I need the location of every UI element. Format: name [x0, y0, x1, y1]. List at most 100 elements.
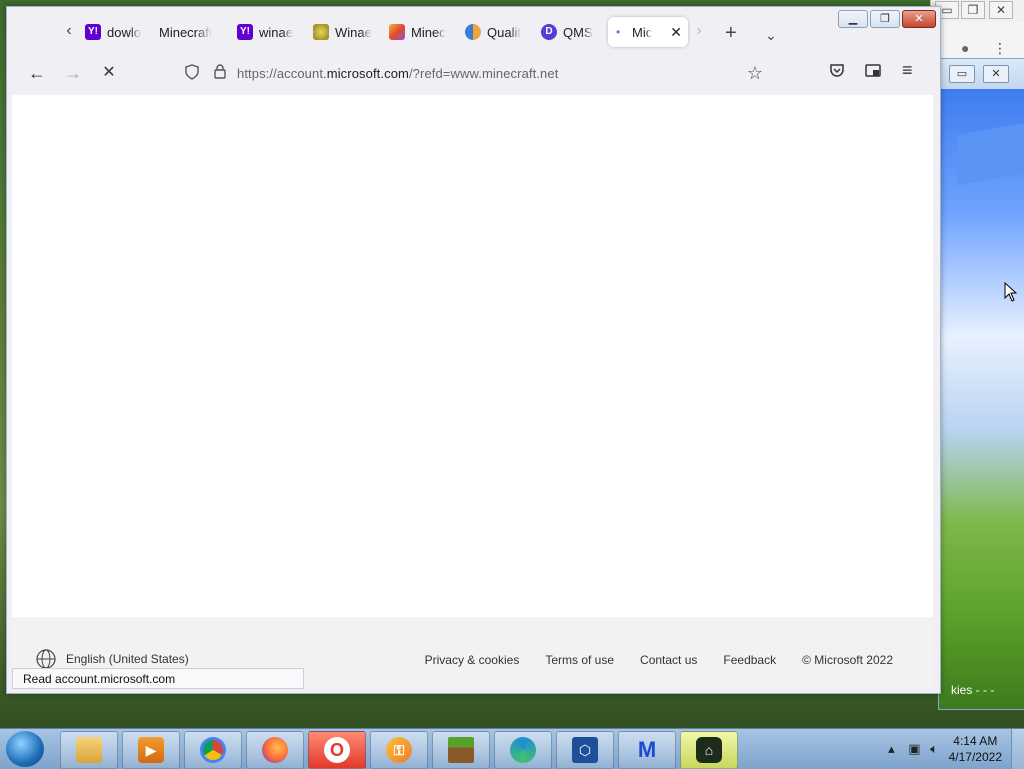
globe-icon [36, 649, 56, 669]
taskbar-media-player[interactable]: ▶ [122, 731, 180, 769]
chrome-icon [200, 737, 226, 763]
taskbar-opera[interactable]: O [308, 731, 366, 769]
bg-cookies-text: kies - - - [951, 683, 995, 697]
copyright-text: © Microsoft 2022 [802, 653, 893, 667]
winaero-icon [313, 24, 329, 40]
tab-yahoo-download[interactable]: Y! dowlo [77, 17, 155, 47]
background-window-titlebar: ▭ ❐ ✕ ● ⋮ [930, 0, 1024, 62]
tab-quality[interactable]: Qualit [457, 17, 535, 47]
minecraft-block-graphic [957, 122, 1024, 186]
extension-icon[interactable] [865, 63, 881, 83]
taskbar-app-active[interactable]: ⌂ [680, 731, 738, 769]
clock-date: 4/17/2022 [948, 750, 1002, 764]
tab-minecraft[interactable]: Minecraft [151, 17, 235, 47]
volume-icon[interactable]: 🔈︎ [930, 741, 938, 756]
taskbar-edge[interactable] [494, 731, 552, 769]
bg-minecraft-page: kies - - - [939, 89, 1024, 709]
address-bar[interactable]: https://account.microsoft.com/?refd=www.… [175, 57, 771, 89]
tab-qms[interactable]: D QMS [533, 17, 611, 47]
padlock-icon[interactable] [209, 64, 231, 82]
qms-icon: D [541, 24, 557, 40]
taskbar-firefox[interactable] [246, 731, 304, 769]
media-player-icon: ▶ [138, 737, 164, 763]
privacy-cookies-link[interactable]: Privacy & cookies [425, 653, 520, 667]
url-text[interactable]: https://account.microsoft.com/?refd=www.… [237, 66, 558, 81]
windows-taskbar: ▶ O ⚿ ⬡ M ⌂ ▴ ▣ 🔈︎ 4:14 AM 4/17/2022 [0, 728, 1024, 769]
pocket-icon[interactable] [829, 63, 845, 83]
tab-label: winae [259, 24, 293, 40]
tab-label: Mic [632, 24, 653, 40]
app-icon: ⌂ [696, 737, 722, 763]
tab-scroll-left-icon[interactable]: ‹ [59, 21, 79, 41]
bg-browser-maximize-button[interactable]: ▭ [949, 65, 975, 83]
language-label: English (United States) [66, 652, 189, 666]
edge-icon [510, 737, 536, 763]
minecraft-grass-block-icon [448, 737, 474, 763]
bookmark-star-icon[interactable]: ☆ [747, 63, 763, 84]
tab-label: Minec [411, 24, 446, 40]
tab-label: Minecraft [159, 24, 213, 40]
hamburger-menu-icon[interactable]: ≡ [902, 60, 913, 81]
close-tab-icon[interactable]: ✕ [670, 24, 688, 41]
tab-label: Qualit [487, 24, 521, 40]
taskbar-password-app[interactable]: ⚿ [370, 731, 428, 769]
loading-dot-icon: • [616, 25, 621, 39]
yahoo-icon: Y! [237, 24, 253, 40]
new-tab-plus-icon[interactable]: + [725, 23, 737, 43]
navigation-toolbar: ← → ✕ https://account.microsoft.com/?ref… [7, 53, 940, 93]
cube-icon: ⬡ [572, 737, 598, 763]
clock-time: 4:14 AM [953, 734, 998, 748]
feedback-link[interactable]: Feedback [723, 653, 776, 667]
terms-of-use-link[interactable]: Terms of use [545, 653, 614, 667]
tab-winaero[interactable]: Winae [305, 17, 383, 47]
opera-icon: O [324, 737, 350, 763]
bg-toolbar: ● ⋮ [931, 22, 1024, 62]
language-selector[interactable]: English (United States) [36, 649, 189, 669]
footer-links: Privacy & cookies Terms of use Contact u… [425, 653, 893, 667]
network-icon[interactable]: ▣ [908, 741, 920, 756]
bg-profile-icon[interactable]: ● [961, 40, 969, 56]
tray-expand-icon[interactable]: ▴ [888, 741, 895, 756]
show-desktop-button[interactable] [1011, 729, 1024, 769]
tab-label: QMS [563, 24, 593, 40]
bg-maximize-button[interactable]: ❐ [961, 1, 985, 19]
tab-yahoo-winaero[interactable]: Y! winae [229, 17, 307, 47]
background-browser-window: ▭ ✕ kies - - - [938, 58, 1024, 710]
taskbar-malwarebytes[interactable]: M [618, 731, 676, 769]
taskbar-cube-app[interactable]: ⬡ [556, 731, 614, 769]
back-arrow-icon[interactable]: ← [25, 63, 49, 83]
tracking-protection-shield-icon[interactable] [181, 63, 203, 83]
tab-scroll-right-icon[interactable]: › [689, 21, 709, 41]
taskbar-file-explorer[interactable] [60, 731, 118, 769]
contact-us-link[interactable]: Contact us [640, 653, 697, 667]
forward-arrow-icon[interactable]: → [61, 63, 85, 83]
colorful-logo-icon [389, 24, 405, 40]
stop-loading-icon[interactable]: ✕ [97, 63, 121, 83]
key-lock-icon: ⚿ [386, 737, 412, 763]
folder-icon [76, 737, 102, 763]
close-window-button[interactable]: ✕ [902, 10, 936, 28]
start-button-windows-icon[interactable] [6, 731, 44, 767]
bg-browser-close-button[interactable]: ✕ [983, 65, 1009, 83]
bg-menu-icon[interactable]: ⋮ [993, 40, 1007, 57]
quality-icon [465, 24, 481, 40]
bg-close-button[interactable]: ✕ [989, 1, 1013, 19]
list-all-tabs-chevron-icon[interactable]: ⌄ [765, 25, 777, 45]
taskbar-minecraft[interactable] [432, 731, 490, 769]
tab-microsoft-active[interactable]: • Mic ✕ [608, 17, 688, 47]
bg-browser-titlebar: ▭ ✕ [939, 59, 1024, 89]
firefox-icon [262, 737, 288, 763]
maximize-button[interactable]: ❐ [870, 10, 900, 28]
firefox-window: ▁ ❐ ✕ ‹ Y! dowlo Minecraft Y! winae Wina… [6, 6, 941, 694]
yahoo-icon: Y! [85, 24, 101, 40]
taskbar-chrome[interactable] [184, 731, 242, 769]
status-bar-overlay: Read account.microsoft.com [12, 668, 304, 689]
clock[interactable]: 4:14 AM 4/17/2022 [949, 733, 1002, 765]
tab-strip: ‹ Y! dowlo Minecraft Y! winae Winae Mine… [7, 13, 847, 49]
malwarebytes-icon: M [637, 737, 657, 762]
system-tray: ▴ ▣ 🔈︎ [888, 741, 938, 757]
tab-label: dowlo [107, 24, 141, 40]
tab-minecraft-2[interactable]: Minec [381, 17, 459, 47]
window-controls: ▁ ❐ ✕ [838, 10, 936, 28]
microsoft-footer: English (United States) Privacy & cookie… [12, 617, 933, 689]
